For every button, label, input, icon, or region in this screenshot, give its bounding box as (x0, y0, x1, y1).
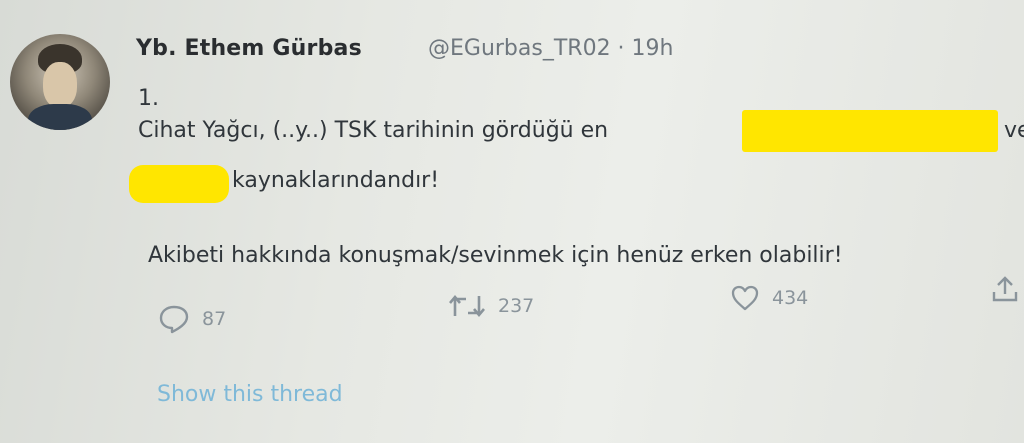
avatar[interactable] (10, 34, 110, 130)
avatar-face (43, 62, 77, 108)
retweet-icon (448, 292, 486, 320)
avatar-shirt (28, 104, 92, 130)
retweet-count: 237 (498, 295, 535, 317)
author-handle-time[interactable]: @EGurbas_TR02 · 19h (428, 36, 673, 61)
tweet-line-1-tail: ve (1004, 118, 1024, 143)
tweet-line-2: kaynaklarındandır! (232, 168, 440, 193)
like-count: 434 (772, 287, 809, 309)
author-name[interactable]: Yb. Ethem Gürbas (136, 36, 362, 61)
tweet-number: 1. (138, 86, 159, 111)
heart-icon (730, 284, 760, 312)
reply-count: 87 (202, 308, 227, 330)
redaction-mark (742, 110, 998, 152)
reply-icon (158, 304, 190, 334)
tweet-line-3: Akibeti hakkında konuşmak/sevinmek için … (148, 243, 843, 268)
like-button[interactable]: 434 (730, 284, 808, 312)
tweet-card: Yb. Ethem Gürbas @EGurbas_TR02 · 19h 1. … (0, 0, 1024, 443)
retweet-button[interactable]: 237 (448, 292, 534, 320)
show-thread-link[interactable]: Show this thread (157, 382, 343, 407)
share-icon (990, 274, 1020, 304)
tweet-line-1: Cihat Yağcı, (..y..) TSK tarihinin gördü… (138, 118, 609, 143)
reply-button[interactable]: 87 (158, 304, 226, 334)
redaction-mark (129, 165, 229, 203)
share-button[interactable] (990, 274, 1020, 304)
